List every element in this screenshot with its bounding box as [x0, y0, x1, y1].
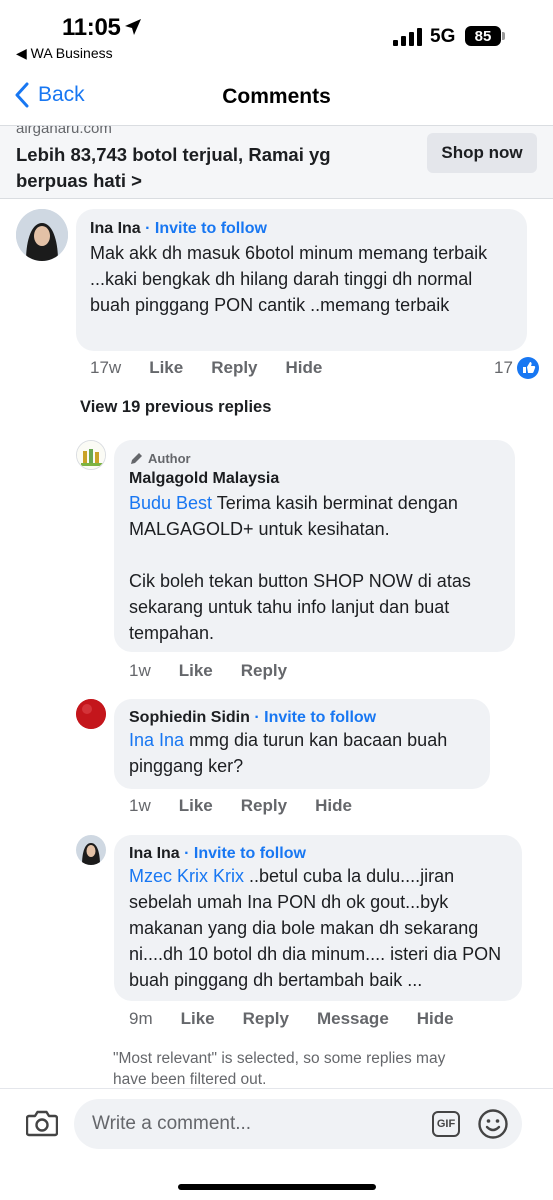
camera-icon[interactable]: [26, 1109, 58, 1137]
battery-indicator: 85: [465, 26, 501, 46]
location-arrow-icon: [125, 19, 141, 35]
avatar[interactable]: [76, 440, 106, 470]
gif-button[interactable]: GIF: [432, 1111, 460, 1137]
reply-bubble[interactable]: Author Malgagold Malaysia Budu Best Teri…: [114, 440, 515, 652]
reply-text: Budu Best Terima kasih berminat dengan M…: [129, 490, 500, 542]
status-bar: 11:05 ◀ WA Business 5G 85: [0, 0, 553, 70]
filter-note: "Most relevant" is selected, so some rep…: [113, 1050, 446, 1088]
network-type: 5G: [430, 26, 456, 47]
invite-to-follow-link[interactable]: · Invite to follow: [184, 845, 306, 862]
home-indicator[interactable]: [178, 1184, 376, 1190]
user-avatar-icon: [76, 699, 106, 729]
message-button[interactable]: Message: [317, 1009, 389, 1029]
reply-time: 1w: [129, 796, 151, 815]
commenter-name[interactable]: Sophiedin Sidin: [129, 709, 250, 726]
commenter-name[interactable]: Ina Ina: [90, 220, 141, 237]
ad-headline[interactable]: Lebih 83,743 botol terjual, Ramai yg ber…: [16, 142, 396, 194]
reply-button[interactable]: Reply: [241, 796, 287, 816]
commenter-name[interactable]: Malgagold Malaysia: [129, 470, 500, 488]
like-button[interactable]: Like: [179, 796, 213, 816]
like-count: 17: [494, 358, 513, 377]
hide-button[interactable]: Hide: [417, 1009, 454, 1029]
like-button[interactable]: Like: [181, 1009, 215, 1029]
like-button[interactable]: Like: [179, 661, 213, 681]
battery-cap: [502, 32, 505, 40]
reply-text-paragraph: Cik boleh tekan button SHOP NOW di atas …: [129, 571, 471, 643]
mention-link[interactable]: Mzec Krix Krix: [129, 866, 244, 886]
reply-button[interactable]: Reply: [211, 358, 257, 378]
like-button[interactable]: Like: [149, 358, 183, 378]
ad-domain: airganaru.com: [16, 126, 112, 137]
reply-text: Mzec Krix Krix ..betul cuba la dulu....j…: [129, 863, 507, 993]
comment-text: Mak akk dh masuk 6botol minum memang ter…: [90, 243, 488, 315]
page-title: Comments: [222, 85, 331, 108]
commenter-name[interactable]: Ina Ina: [129, 845, 180, 862]
reply-actions: 1w Like Reply: [129, 661, 315, 681]
invite-to-follow-link[interactable]: · Invite to follow: [254, 709, 376, 726]
mention-link[interactable]: Ina Ina: [129, 730, 184, 750]
reply-button[interactable]: Reply: [243, 1009, 289, 1029]
reply-bubble[interactable]: Ina Ina · Invite to follow Mzec Krix Kri…: [114, 835, 522, 1001]
emoji-icon[interactable]: [477, 1108, 509, 1140]
user-avatar-icon: [16, 209, 68, 261]
thumbs-up-icon: [516, 357, 539, 379]
nav-bar: Back Comments: [0, 70, 553, 126]
avatar[interactable]: [16, 209, 68, 261]
view-previous-replies-link[interactable]: View 19 previous replies: [80, 398, 271, 417]
signal-icon: [393, 28, 422, 46]
comment-bubble[interactable]: Ina Ina · Invite to follow Mak akk dh ma…: [76, 209, 527, 351]
reply-actions: 1w Like Reply Hide: [129, 796, 380, 816]
brand-logo-icon: [77, 441, 105, 469]
reply-actions: 9m Like Reply Message Hide: [129, 1009, 482, 1029]
reply-button[interactable]: Reply: [241, 661, 287, 681]
author-badge: Author: [129, 451, 500, 466]
avatar[interactable]: [76, 835, 106, 865]
reply-time: 9m: [129, 1009, 153, 1028]
user-avatar-icon: [76, 835, 106, 865]
author-label: Author: [148, 451, 191, 466]
hide-button[interactable]: Hide: [315, 796, 352, 816]
comment-actions: 17w Like Reply Hide: [90, 358, 350, 378]
hide-button[interactable]: Hide: [286, 358, 323, 378]
back-to-app-link[interactable]: ◀ WA Business: [16, 45, 113, 62]
status-time: 11:05: [62, 14, 121, 41]
reply-time: 1w: [129, 661, 151, 680]
reaction-count[interactable]: 17: [494, 357, 539, 379]
avatar[interactable]: [76, 699, 106, 729]
comment-time: 17w: [90, 358, 122, 377]
ad-banner[interactable]: airganaru.com Lebih 83,743 botol terjual…: [0, 126, 553, 199]
invite-to-follow-link[interactable]: · Invite to follow: [145, 220, 267, 237]
mention-link[interactable]: Budu Best: [129, 493, 212, 513]
pencil-icon: [131, 452, 142, 464]
shop-now-button[interactable]: Shop now: [427, 133, 537, 173]
reply-text: Ina Ina mmg dia turun kan bacaan buah pi…: [129, 727, 475, 779]
reply-bubble[interactable]: Sophiedin Sidin · Invite to follow Ina I…: [114, 699, 490, 789]
